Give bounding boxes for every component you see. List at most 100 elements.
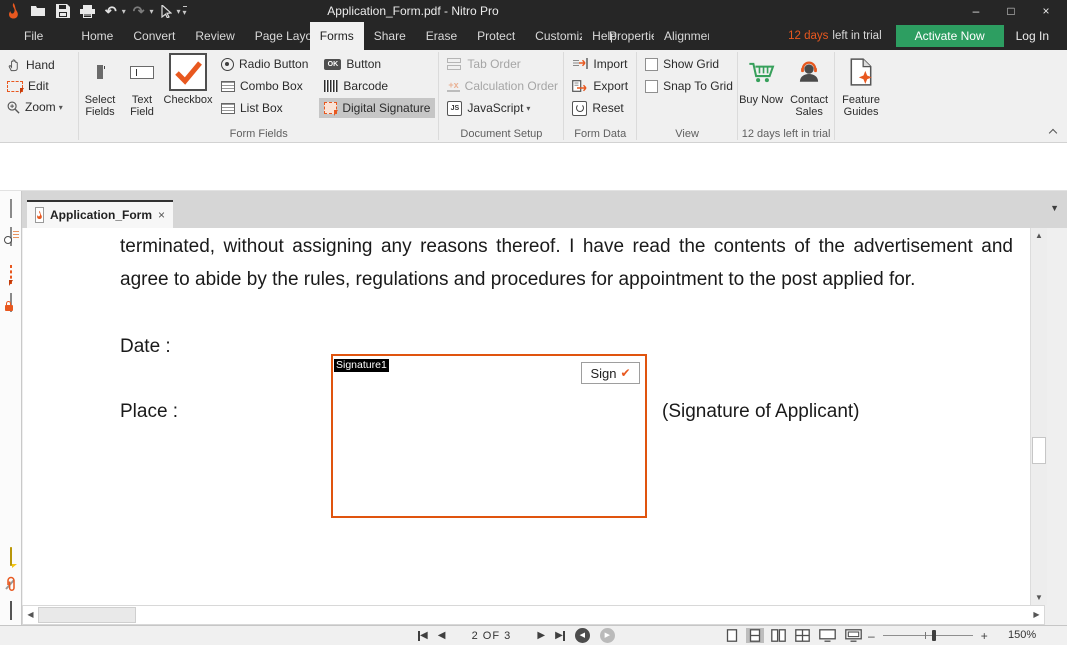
javascript-dropdown-caret[interactable]: ▾ <box>526 104 530 113</box>
zoom-level[interactable]: 150% <box>1008 626 1036 645</box>
tab-customize[interactable]: Customize <box>525 22 582 50</box>
tab-share[interactable]: Share <box>364 22 416 50</box>
feature-guides-button[interactable]: Feature Guides <box>835 50 887 118</box>
zoom-in-button[interactable]: + <box>981 629 988 643</box>
sidebar-item-attachments[interactable] <box>4 576 18 592</box>
show-grid-checkbox[interactable] <box>645 58 658 71</box>
zoom-dropdown-caret[interactable]: ▾ <box>59 103 63 112</box>
zoom-tool[interactable]: Zoom ▾ <box>7 99 78 115</box>
sidebar-item-search[interactable] <box>10 228 12 246</box>
barcode-label: Barcode <box>343 79 388 93</box>
tab-file[interactable]: File <box>14 22 53 50</box>
collapse-ribbon-button[interactable] <box>1049 128 1057 136</box>
vertical-scrollbar[interactable]: ▲ ▼ <box>1030 228 1047 605</box>
tab-protect[interactable]: Protect <box>467 22 525 50</box>
redo-button[interactable]: ↷ <box>130 1 148 21</box>
show-grid-item[interactable]: Show Grid <box>640 54 738 74</box>
undo-dropdown-caret[interactable]: ▾ <box>122 7 126 16</box>
continuous-view-icon[interactable] <box>746 628 764 643</box>
redo-dropdown-caret[interactable]: ▾ <box>149 7 153 16</box>
tab-page-layout[interactable]: Page Layout <box>245 22 310 50</box>
select-tool-dropdown-caret[interactable]: ▾ <box>177 7 181 16</box>
sidebar-item-form-fields[interactable] <box>10 266 12 284</box>
select-tool-icon[interactable] <box>158 1 175 21</box>
log-in-button[interactable]: Log In <box>1016 22 1049 50</box>
sidebar-item-pages[interactable] <box>10 200 12 218</box>
snap-to-grid-item[interactable]: Snap To Grid <box>640 76 738 96</box>
save-icon[interactable] <box>53 1 73 21</box>
open-file-icon[interactable] <box>27 1 49 21</box>
vertical-scrollbar-thumb[interactable] <box>1032 437 1046 464</box>
reset-item[interactable]: Reset <box>567 98 633 118</box>
sidebar-item-signatures[interactable] <box>10 294 12 312</box>
next-view-button[interactable]: ▶ <box>600 628 615 643</box>
text-field-button[interactable]: Text Field <box>121 50 163 118</box>
first-page-button[interactable]: ◀ <box>418 626 428 645</box>
buy-now-button[interactable]: Buy Now <box>738 50 784 106</box>
minimize-button[interactable]: – <box>963 4 989 18</box>
list-box-item[interactable]: List Box <box>216 98 313 118</box>
tab-properties[interactable]: Properties <box>599 22 654 50</box>
last-page-button[interactable]: ▶ <box>555 626 565 645</box>
print-icon[interactable] <box>77 1 98 21</box>
full-screen-icon[interactable] <box>843 628 864 643</box>
list-panel-icon <box>10 601 12 620</box>
tab-convert[interactable]: Convert <box>123 22 185 50</box>
tabrow-spacer <box>53 22 71 50</box>
checkbox-button[interactable]: Checkbox <box>163 50 213 106</box>
place-label: Place : <box>120 401 178 423</box>
calculation-order-label: Calculation Order <box>465 79 558 93</box>
previous-view-button[interactable]: ◀ <box>575 628 590 643</box>
sidebar-item-comments[interactable] <box>10 548 12 566</box>
list-box-label: List Box <box>240 101 283 115</box>
tools-group: Hand Edit Zoom ▾ <box>0 50 78 142</box>
snap-to-grid-checkbox[interactable] <box>645 80 658 93</box>
close-button[interactable]: × <box>1033 4 1059 18</box>
button-field-item[interactable]: OK Button <box>319 54 435 74</box>
tab-alignment[interactable]: Alignment <box>654 22 709 50</box>
tab-list-dropdown-icon[interactable]: ▼ <box>1050 203 1059 213</box>
export-item[interactable]: Export <box>567 76 633 96</box>
document-tab[interactable]: Application_Form × <box>27 200 173 228</box>
customize-toolbar-icon[interactable]: ▾ <box>183 6 187 17</box>
zoom-slider[interactable] <box>883 635 973 636</box>
activate-now-button[interactable]: Activate Now <box>896 25 1004 47</box>
scroll-down-icon[interactable]: ▼ <box>1031 590 1047 605</box>
tab-erase[interactable]: Erase <box>416 22 467 50</box>
radio-button-item[interactable]: Radio Button <box>216 54 313 74</box>
paperclip-icon <box>4 576 18 592</box>
scroll-right-icon[interactable]: ▶ <box>1029 606 1044 624</box>
tab-home[interactable]: Home <box>71 22 123 50</box>
zoom-out-button[interactable]: – <box>868 629 875 643</box>
javascript-item[interactable]: JS JavaScript ▾ <box>442 98 560 118</box>
previous-page-button[interactable]: ◀ <box>438 626 446 645</box>
undo-button[interactable]: ↶ <box>102 1 120 21</box>
hand-tool[interactable]: Hand <box>7 57 78 73</box>
scroll-left-icon[interactable]: ◀ <box>23 606 38 624</box>
fit-screen-icon[interactable] <box>817 628 838 643</box>
single-page-view-icon[interactable] <box>723 628 741 643</box>
contact-sales-button[interactable]: Contact Sales <box>784 50 834 118</box>
digital-signature-item[interactable]: Digital Signature <box>319 98 435 118</box>
horizontal-scrollbar-thumb[interactable] <box>38 607 136 623</box>
page-layout-buttons <box>723 628 864 643</box>
horizontal-scrollbar[interactable]: ◀ ▶ <box>22 605 1045 625</box>
facing-pages-view-icon[interactable] <box>769 628 788 643</box>
barcode-item[interactable]: Barcode <box>319 76 435 96</box>
next-page-button[interactable]: ▶ <box>537 626 545 645</box>
scroll-up-icon[interactable]: ▲ <box>1031 228 1047 243</box>
tri-right-icon: ▶ <box>555 626 563 645</box>
combo-box-item[interactable]: Combo Box <box>216 76 313 96</box>
sign-button[interactable]: Sign ✔ <box>581 362 640 384</box>
select-fields-button[interactable]: Select Fields <box>79 50 121 118</box>
tab-forms[interactable]: Forms <box>310 22 364 50</box>
digital-signature-field[interactable]: Signature1 Sign ✔ <box>331 354 647 518</box>
tab-review[interactable]: Review <box>185 22 244 50</box>
zoom-slider-thumb[interactable] <box>932 630 936 641</box>
sidebar-item-output[interactable] <box>10 602 12 620</box>
edit-tool[interactable]: Edit <box>7 78 78 94</box>
import-item[interactable]: Import <box>567 54 633 74</box>
close-tab-icon[interactable]: × <box>158 209 165 221</box>
grid-view-icon[interactable] <box>793 628 812 643</box>
maximize-button[interactable]: □ <box>998 4 1024 18</box>
